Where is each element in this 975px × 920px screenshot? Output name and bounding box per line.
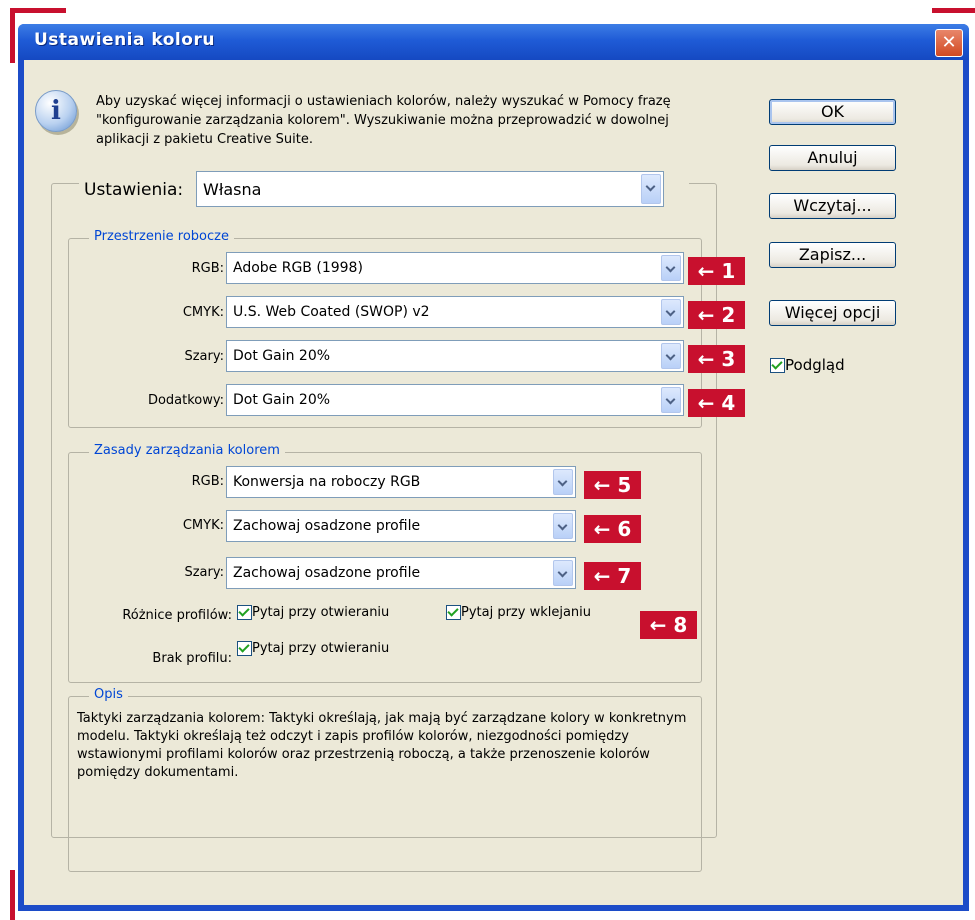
color-settings-dialog: Ustawienia koloru ✕ i Aby uzyskać więcej… bbox=[18, 24, 969, 911]
policy-gray-select[interactable]: Zachowaj osadzone profile bbox=[226, 557, 576, 589]
annotation-marker-3: ← 3 bbox=[688, 345, 745, 373]
save-button[interactable]: Zapisz... bbox=[769, 242, 896, 268]
corner-decoration-top-left-vertical bbox=[10, 8, 15, 63]
workspace-rgb-value: Adobe RGB (1998) bbox=[233, 260, 363, 276]
cancel-button[interactable]: Anuluj bbox=[769, 145, 896, 171]
corner-decoration-bottom-left bbox=[10, 870, 15, 920]
ok-button[interactable]: OK bbox=[769, 99, 896, 125]
workspace-spot-select[interactable]: Dot Gain 20% bbox=[226, 384, 684, 416]
policy-gray-value: Zachowaj osadzone profile bbox=[233, 565, 421, 581]
title-bar[interactable]: Ustawienia koloru ✕ bbox=[18, 24, 969, 60]
annotation-marker-7: ← 7 bbox=[584, 562, 641, 590]
settings-select[interactable]: Własna bbox=[196, 171, 664, 207]
mismatch-paste-row[interactable]: Pytaj przy wklejaniu bbox=[446, 605, 591, 620]
load-button[interactable]: Wczytaj... bbox=[769, 193, 896, 219]
chevron-down-icon[interactable] bbox=[553, 469, 573, 495]
preview-label: Podgląd bbox=[785, 356, 845, 374]
arrow-left-icon: ← bbox=[697, 391, 715, 415]
policy-rgb-select[interactable]: Konwersja na roboczy RGB bbox=[226, 466, 576, 498]
dialog-title: Ustawienia koloru bbox=[34, 30, 215, 50]
annotation-marker-2: ← 2 bbox=[688, 301, 745, 329]
policies-legend: Zasady zarządzania kolorem bbox=[89, 443, 285, 458]
more-options-button[interactable]: Więcej opcji bbox=[769, 300, 896, 326]
info-text: Aby uzyskać więcej informacji o ustawien… bbox=[96, 94, 671, 147]
policy-cmyk-value: Zachowaj osadzone profile bbox=[233, 518, 421, 534]
arrow-left-icon: ← bbox=[697, 303, 715, 327]
annotation-marker-4: ← 4 bbox=[688, 389, 745, 417]
arrow-left-icon: ← bbox=[593, 473, 611, 497]
preview-checkbox[interactable] bbox=[770, 358, 785, 373]
arrow-left-icon: ← bbox=[697, 259, 715, 283]
preview-checkbox-row[interactable]: Podgląd bbox=[770, 356, 845, 374]
chevron-down-icon[interactable] bbox=[553, 513, 573, 539]
description-text: Taktyki zarządzania kolorem: Taktyki okr… bbox=[77, 711, 687, 780]
chevron-down-icon[interactable] bbox=[553, 560, 573, 586]
settings-legend-row: Ustawienia: Własna bbox=[79, 171, 689, 207]
dialog-client-area: i Aby uzyskać więcej informacji o ustawi… bbox=[24, 60, 963, 905]
annotation-marker-5: ← 5 bbox=[584, 471, 641, 499]
missing-profile-label: Brak profilu: bbox=[152, 651, 232, 666]
mismatch-open-checkbox[interactable] bbox=[237, 605, 252, 620]
workspace-gray-label: Szary: bbox=[184, 349, 224, 364]
description-legend: Opis bbox=[89, 687, 128, 702]
workspace-spot-value: Dot Gain 20% bbox=[233, 392, 331, 408]
corner-decoration-top-right bbox=[932, 8, 975, 13]
missing-open-label: Pytaj przy otwieraniu bbox=[252, 641, 390, 656]
chevron-down-icon[interactable] bbox=[661, 387, 681, 413]
close-button[interactable]: ✕ bbox=[935, 29, 963, 57]
profile-mismatch-label: Różnice profilów: bbox=[122, 608, 232, 623]
arrow-left-icon: ← bbox=[593, 517, 611, 541]
annotation-marker-6: ← 6 bbox=[584, 515, 641, 543]
mismatch-paste-label: Pytaj przy wklejaniu bbox=[461, 605, 592, 620]
settings-label: Ustawienia: bbox=[84, 180, 184, 200]
workspaces-legend: Przestrzenie robocze bbox=[89, 229, 234, 244]
workspace-cmyk-label: CMYK: bbox=[182, 305, 224, 320]
missing-open-checkbox[interactable] bbox=[237, 641, 252, 656]
chevron-down-icon[interactable] bbox=[661, 343, 681, 369]
policy-cmyk-label: CMYK: bbox=[182, 518, 224, 533]
policy-rgb-value: Konwersja na roboczy RGB bbox=[233, 474, 421, 490]
workspace-gray-select[interactable]: Dot Gain 20% bbox=[226, 340, 684, 372]
mismatch-open-row[interactable]: Pytaj przy otwieraniu bbox=[237, 605, 389, 620]
close-icon: ✕ bbox=[941, 32, 957, 53]
workspace-cmyk-value: U.S. Web Coated (SWOP) v2 bbox=[233, 304, 430, 320]
chevron-down-icon[interactable] bbox=[661, 255, 681, 281]
policy-cmyk-select[interactable]: Zachowaj osadzone profile bbox=[226, 510, 576, 542]
arrow-left-icon: ← bbox=[697, 347, 715, 371]
workspace-gray-value: Dot Gain 20% bbox=[233, 348, 331, 364]
chevron-down-icon[interactable] bbox=[641, 174, 661, 204]
chevron-down-icon[interactable] bbox=[661, 299, 681, 325]
info-icon: i bbox=[35, 90, 77, 132]
arrow-left-icon: ← bbox=[649, 613, 667, 637]
arrow-left-icon: ← bbox=[593, 564, 611, 588]
settings-select-value: Własna bbox=[203, 180, 262, 199]
workspace-rgb-label: RGB: bbox=[191, 261, 224, 276]
missing-open-row[interactable]: Pytaj przy otwieraniu bbox=[237, 641, 389, 656]
policy-gray-label: Szary: bbox=[184, 565, 224, 580]
annotation-marker-1: ← 1 bbox=[688, 257, 745, 285]
workspace-cmyk-select[interactable]: U.S. Web Coated (SWOP) v2 bbox=[226, 296, 684, 328]
policy-rgb-label: RGB: bbox=[191, 474, 224, 489]
mismatch-paste-checkbox[interactable] bbox=[446, 605, 461, 620]
mismatch-open-label: Pytaj przy otwieraniu bbox=[252, 605, 390, 620]
corner-decoration-top-left bbox=[10, 8, 66, 13]
annotation-marker-8: ← 8 bbox=[640, 611, 697, 639]
workspace-spot-label: Dodatkowy: bbox=[147, 393, 224, 408]
workspace-rgb-select[interactable]: Adobe RGB (1998) bbox=[226, 252, 684, 284]
